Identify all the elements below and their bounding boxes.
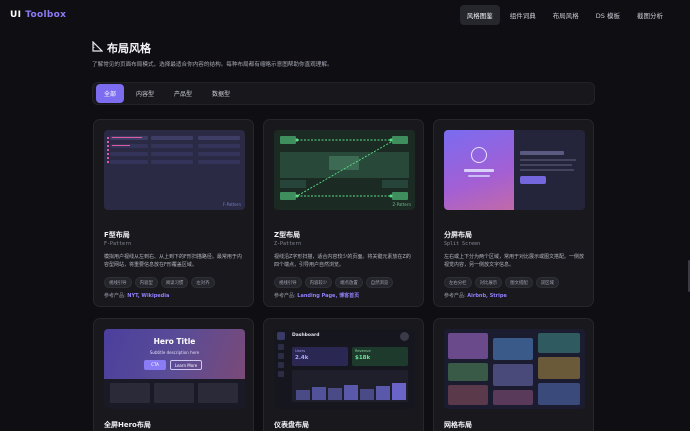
card-title: 全屏Hero布局 [104, 421, 151, 429]
card-description: 模拟用户视线从左到右、从上到下的F形扫描路径。最常用于内容型网站，将重要信息放在… [104, 254, 242, 268]
reference-prefix: 参考产品: [104, 293, 126, 299]
hero-cta-button[interactable]: CTA [144, 360, 166, 370]
tag: 视线引导 [104, 277, 132, 288]
layout-card-z-pattern[interactable]: Z-Pattern Z型布局 Z-Pattern 视线沿Z字形扫描，适合内容较少… [263, 119, 424, 307]
filter-data[interactable]: 数据型 [204, 84, 238, 103]
hero-learn-more-button[interactable]: Learn More [170, 360, 202, 370]
reference-links[interactable]: Landing Page, 博客首页 [297, 293, 359, 299]
top-bar: UI Toolbox 风格图鉴 组件词典 布局风格 DS 模板 截图分析 [0, 0, 690, 30]
card-description: 左右或上下分为两个区域，常用于对比展示或图文搭配。一侧放视觉内容，另一侧放文字信… [444, 254, 585, 268]
reference-prefix: 参考产品: [444, 293, 466, 299]
reference-links[interactable]: Airbnb, Stripe [467, 293, 507, 299]
stat-users-label: Users [295, 349, 306, 353]
card-tags: 视线引导 内容较少 端点放置 自然浏览 [274, 277, 394, 288]
logo-accent: Toolbox [25, 10, 67, 20]
card-description: 视线沿Z字形扫描，适合内容较少的页面。将关键元素放在Z的四个端点，引导用户自然浏… [274, 254, 411, 268]
card-subtitle: Split Screen [444, 241, 481, 247]
card-subtitle: Z-Pattern [274, 241, 302, 247]
thumb-label: Z-Pattern [392, 202, 411, 207]
page-title: 布局风格 [92, 40, 151, 56]
hero-title: Hero Title [153, 337, 196, 346]
ruler-icon [92, 40, 104, 55]
main-nav: 风格图鉴 组件词典 布局风格 DS 模板 截图分析 [459, 5, 670, 25]
nav-ds-templates[interactable]: DS 模板 [589, 5, 627, 25]
card-reference: 参考产品: NYT, Wikipedia [104, 292, 169, 299]
filter-tabs: 全部 内容型 产品型 数据型 [92, 82, 595, 105]
nav-screenshot-analysis[interactable]: 截图分析 [630, 5, 670, 25]
tag: 自然浏览 [365, 277, 394, 288]
tag: 图文搭配 [505, 277, 533, 288]
z-pattern-thumbnail: Z-Pattern [274, 130, 415, 210]
layout-card-hero[interactable]: Hero Title Subtitle description here CTA… [93, 318, 254, 431]
card-title: Z型布局 [274, 231, 301, 239]
nav-layout-styles[interactable]: 布局风格 [546, 5, 586, 25]
filter-content[interactable]: 内容型 [128, 84, 162, 103]
card-title: 网格布局 [444, 421, 472, 429]
page-heading: 布局风格 [107, 42, 151, 55]
thumb-label: F-Pattern [222, 202, 241, 207]
dashboard-title: Dashboard [292, 333, 320, 338]
nav-style-gallery[interactable]: 风格图鉴 [459, 5, 500, 25]
card-title: 分屏布局 [444, 231, 472, 239]
card-reference: 参考产品: Airbnb, Stripe [444, 292, 507, 299]
card-title: 仪表盘布局 [274, 421, 309, 429]
stat-revenue-value: $18k [355, 355, 371, 361]
layout-card-f-pattern[interactable]: F-Pattern F型布局 F-Pattern 模拟用户视线从左到右、从上到下… [93, 119, 254, 307]
hero-subtitle: Subtitle description here [149, 350, 200, 355]
tag: 内容型 [134, 277, 158, 288]
tag: 双区域 [535, 277, 559, 288]
reference-prefix: 参考产品: [274, 293, 296, 299]
tag: 视线引导 [274, 277, 302, 288]
reference-links[interactable]: NYT, Wikipedia [127, 293, 169, 299]
card-tags: 左右分栏 对比展示 图文搭配 双区域 [444, 277, 559, 288]
card-title: F型布局 [104, 231, 130, 239]
tag: 左对齐 [191, 277, 215, 288]
nav-component-dictionary[interactable]: 组件词典 [503, 5, 543, 25]
layout-card-split-screen[interactable]: 分屏布局 Split Screen 左右或上下分为两个区域，常用于对比展示或图文… [433, 119, 594, 307]
tag: 内容较少 [304, 277, 333, 288]
tag: 阅读习惯 [160, 277, 189, 288]
stat-users-value: 2.4k [295, 355, 309, 361]
layout-card-dashboard[interactable]: Dashboard Users 2.4k Revenue $18k 仪表盘布局 [263, 318, 424, 431]
card-reference: 参考产品: Landing Page, 博客首页 [274, 292, 359, 299]
grid-thumbnail [444, 329, 585, 409]
split-screen-thumbnail [444, 130, 585, 210]
hero-thumbnail: Hero Title Subtitle description here CTA… [104, 329, 245, 409]
card-subtitle: F-Pattern [104, 241, 132, 247]
tag: 对比展示 [474, 277, 503, 288]
filter-product[interactable]: 产品型 [166, 84, 200, 103]
stat-revenue-label: Revenue [355, 349, 371, 353]
app-logo[interactable]: UI Toolbox [10, 10, 66, 20]
dashboard-thumbnail: Dashboard Users 2.4k Revenue $18k [274, 329, 415, 409]
f-pattern-thumbnail: F-Pattern [104, 130, 245, 210]
filter-all[interactable]: 全部 [96, 84, 125, 103]
tag: 左右分栏 [444, 277, 472, 288]
logo-main: UI [10, 10, 22, 20]
card-tags: 视线引导 内容型 阅读习惯 左对齐 [104, 277, 215, 288]
page-subtitle: 了解常见的页面布局模式，选择最适合你内容的结构。每种布局都有缩略示意图帮助你直观… [92, 62, 333, 68]
tag: 端点放置 [335, 277, 363, 288]
layout-card-grid[interactable]: 网格布局 [433, 318, 594, 431]
